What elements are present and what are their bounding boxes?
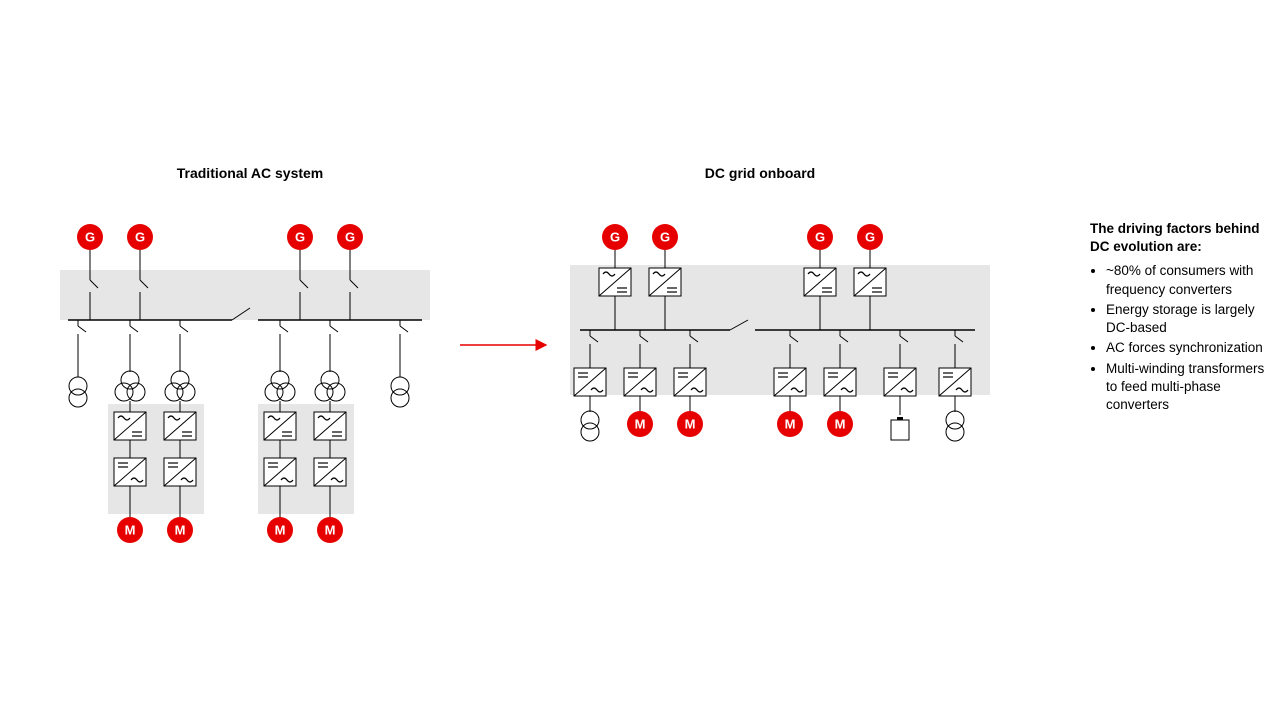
motor-icon (317, 517, 343, 543)
converter-icon (264, 412, 296, 440)
transformer-icon (581, 411, 599, 441)
converter-icon (314, 412, 346, 440)
converter-icon (674, 368, 706, 396)
motor-icon (167, 517, 193, 543)
converter-icon (114, 412, 146, 440)
motor-icon (777, 411, 803, 437)
motor-icon (627, 411, 653, 437)
transformer-icon (315, 371, 345, 401)
right-diagram (570, 224, 990, 441)
converter-icon (574, 368, 606, 396)
battery-icon (891, 417, 909, 440)
generator-icon (602, 224, 628, 250)
converter-icon (939, 368, 971, 396)
transformer-icon (115, 371, 145, 401)
converter-icon (624, 368, 656, 396)
converter-icon (314, 458, 346, 486)
converter-icon (164, 412, 196, 440)
generator-icon (857, 224, 883, 250)
motor-icon (677, 411, 703, 437)
converter-icon (114, 458, 146, 486)
generator-icon (652, 224, 678, 250)
generator-icon (807, 224, 833, 250)
motor-icon (117, 517, 143, 543)
converter-icon (164, 458, 196, 486)
generator-icon (127, 224, 153, 250)
ac-switchgear-bg (60, 270, 430, 320)
transformer-icon (946, 411, 964, 441)
motor-icon (827, 411, 853, 437)
diagram-canvas: Traditional AC system DC grid onboard Th… (0, 0, 1280, 720)
generator-icon (77, 224, 103, 250)
converter-icon (774, 368, 806, 396)
left-diagram (60, 224, 430, 543)
transformer-icon (69, 377, 87, 407)
converter-icon (854, 268, 886, 296)
converter-icon (884, 368, 916, 396)
transformer-icon (165, 371, 195, 401)
generator-icon (287, 224, 313, 250)
converter-icon (804, 268, 836, 296)
generator-icon (337, 224, 363, 250)
transformer-icon (391, 377, 409, 407)
transformer-icon (265, 371, 295, 401)
schematic-svg: G M (0, 0, 1280, 720)
converter-icon (264, 458, 296, 486)
converter-icon (824, 368, 856, 396)
converter-icon (649, 268, 681, 296)
converter-icon (599, 268, 631, 296)
motor-icon (267, 517, 293, 543)
